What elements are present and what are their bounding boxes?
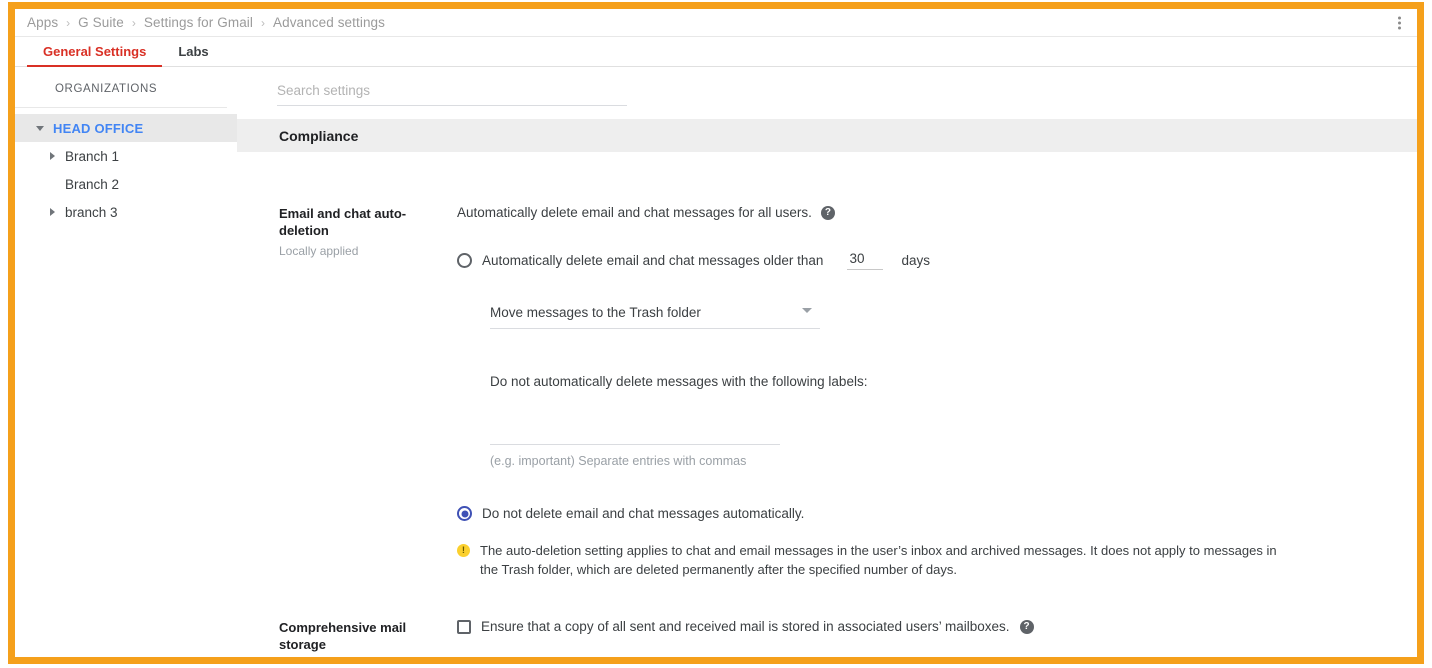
section-title: Compliance <box>279 128 358 144</box>
organizations-header: ORGANIZATIONS <box>15 67 227 108</box>
radio-do-not-delete[interactable] <box>457 506 472 521</box>
tab-labs-label: Labs <box>178 44 208 59</box>
setting-content: Automatically delete email and chat mess… <box>457 205 1393 579</box>
breadcrumb-item-settings-for-gmail[interactable]: Settings for Gmail <box>144 15 253 30</box>
organizations-tree: HEAD OFFICE Branch 1 Branch 2 branch 3 <box>15 108 237 226</box>
auto-deletion-intro-text: Automatically delete email and chat mess… <box>457 205 812 220</box>
help-icon[interactable]: ? <box>821 206 835 220</box>
radio-row-delete-older-than[interactable]: Automatically delete email and chat mess… <box>457 250 1393 270</box>
setting-email-chat-auto-deletion: Email and chat auto-deletion Locally app… <box>237 205 1417 579</box>
breadcrumb-item-advanced-settings[interactable]: Advanced settings <box>273 15 385 30</box>
sidebar-item-label: Branch 1 <box>65 149 119 164</box>
breadcrumb-separator-icon: › <box>66 16 70 30</box>
breadcrumb-item-gsuite[interactable]: G Suite <box>78 15 124 30</box>
days-input[interactable] <box>847 250 883 270</box>
breadcrumb-separator-icon: › <box>132 16 136 30</box>
radio-delete-older-than-label: Automatically delete email and chat mess… <box>482 253 823 268</box>
search-row <box>237 67 1417 106</box>
radio-delete-older-than[interactable] <box>457 253 472 268</box>
deletion-action-select-wrap: Move messages to the Trash folder <box>490 302 820 329</box>
more-options-icon[interactable] <box>1398 16 1401 29</box>
breadcrumb-separator-icon: › <box>261 16 265 30</box>
deletion-action-select[interactable]: Move messages to the Trash folder <box>490 302 820 329</box>
settings-main: Compliance Email and chat auto-deletion … <box>237 67 1417 656</box>
sidebar-item-branch-3[interactable]: branch 3 <box>15 198 237 226</box>
setting-label-block: Comprehensive mail storage Not configure… <box>279 619 457 657</box>
tab-bar: General Settings Labs <box>15 37 1417 67</box>
days-unit-label: days <box>901 253 930 268</box>
warning-icon: ! <box>457 544 470 557</box>
comprehensive-storage-checkbox[interactable] <box>457 620 471 634</box>
sidebar-item-branch-1[interactable]: Branch 1 <box>15 142 237 170</box>
auto-deletion-note-text: The auto-deletion setting applies to cha… <box>480 541 1292 579</box>
expander-right-icon[interactable] <box>45 152 59 160</box>
excluded-labels-input[interactable] <box>490 423 780 445</box>
tab-general-settings-label: General Settings <box>43 44 146 59</box>
excluded-labels-question: Do not automatically delete messages wit… <box>490 374 1393 389</box>
radio-do-not-delete-label: Do not delete email and chat messages au… <box>482 506 804 521</box>
comprehensive-storage-label: Ensure that a copy of all sent and recei… <box>481 619 1010 634</box>
tab-labs[interactable]: Labs <box>162 37 224 66</box>
setting-title: Email and chat auto-deletion <box>279 205 441 239</box>
auto-deletion-options: Move messages to the Trash folder Do not… <box>490 302 1393 468</box>
section-header-compliance: Compliance <box>237 119 1417 152</box>
auto-deletion-note: ! The auto-deletion setting applies to c… <box>457 541 1292 579</box>
setting-title: Comprehensive mail storage <box>279 619 441 653</box>
setting-label-block: Email and chat auto-deletion Locally app… <box>279 205 457 579</box>
screenshot-root: Apps › G Suite › Settings for Gmail › Ad… <box>0 0 1432 668</box>
excluded-labels-hint: (e.g. important) Separate entries with c… <box>490 454 1393 468</box>
organizations-sidebar: ORGANIZATIONS HEAD OFFICE Branch 1 Branc… <box>15 67 237 656</box>
help-icon[interactable]: ? <box>1020 620 1034 634</box>
sidebar-item-label: HEAD OFFICE <box>53 121 143 136</box>
sidebar-item-head-office[interactable]: HEAD OFFICE <box>15 114 237 142</box>
orange-highlight-frame: Apps › G Suite › Settings for Gmail › Ad… <box>8 2 1424 664</box>
page-body: ORGANIZATIONS HEAD OFFICE Branch 1 Branc… <box>15 67 1417 656</box>
search-input[interactable] <box>277 79 627 106</box>
comprehensive-storage-row[interactable]: Ensure that a copy of all sent and recei… <box>457 619 1393 634</box>
expander-right-icon[interactable] <box>45 208 59 216</box>
auto-deletion-intro-row: Automatically delete email and chat mess… <box>457 205 1393 220</box>
radio-row-do-not-delete[interactable]: Do not delete email and chat messages au… <box>457 506 1393 521</box>
sidebar-item-branch-2[interactable]: Branch 2 <box>15 170 237 198</box>
breadcrumb-item-apps[interactable]: Apps <box>27 15 58 30</box>
setting-comprehensive-mail-storage: Comprehensive mail storage Not configure… <box>237 619 1417 657</box>
expander-down-icon[interactable] <box>33 126 47 131</box>
admin-console-window: Apps › G Suite › Settings for Gmail › Ad… <box>15 9 1417 657</box>
setting-status: Locally applied <box>279 244 441 258</box>
tab-general-settings[interactable]: General Settings <box>27 37 162 66</box>
breadcrumb: Apps › G Suite › Settings for Gmail › Ad… <box>15 9 1417 37</box>
setting-content: Ensure that a copy of all sent and recei… <box>457 619 1393 657</box>
sidebar-item-label: Branch 2 <box>65 177 119 192</box>
sidebar-item-label: branch 3 <box>65 205 118 220</box>
